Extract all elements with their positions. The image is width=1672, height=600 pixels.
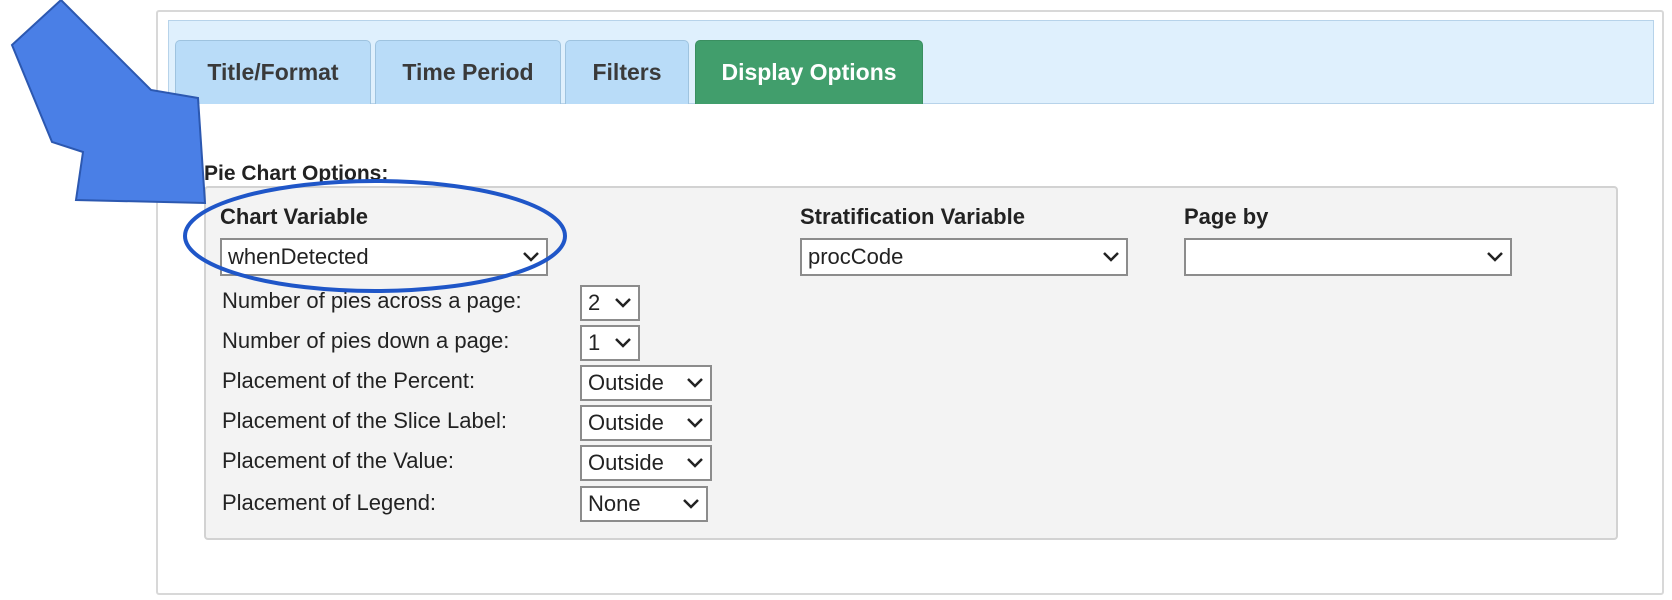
chevron-down-icon (523, 252, 539, 262)
chart-variable-select[interactable]: whenDetected (220, 238, 548, 276)
tab-time-period[interactable]: Time Period (375, 40, 561, 104)
select-value: Outside (588, 410, 664, 435)
legend-placement-select[interactable]: None (580, 486, 708, 522)
page-by-select[interactable] (1184, 238, 1512, 276)
pies-across-select[interactable]: 2 (580, 285, 640, 321)
chevron-down-icon (1103, 252, 1119, 262)
chevron-down-icon (615, 298, 631, 308)
tab-label: Time Period (402, 59, 534, 85)
select-value: procCode (808, 244, 904, 269)
stratification-variable-label: Stratification Variable (800, 204, 1025, 229)
tab-display-options[interactable]: Display Options (695, 40, 923, 104)
select-value: 1 (588, 330, 601, 355)
select-value: None (588, 491, 641, 516)
page-by-label: Page by (1184, 204, 1269, 229)
select-value: whenDetected (228, 244, 369, 269)
legend-placement-label: Placement of Legend: (222, 490, 437, 515)
pies-down-label: Number of pies down a page: (222, 328, 510, 353)
tab-label: Filters (592, 59, 662, 85)
tab-title-format[interactable]: Title/Format (175, 40, 371, 104)
chevron-down-icon (615, 338, 631, 348)
select-value: Outside (588, 370, 664, 395)
stratification-variable-select[interactable]: procCode (800, 238, 1128, 276)
tab-label: Display Options (721, 59, 897, 85)
pies-across-label: Number of pies across a page: (222, 288, 522, 313)
slice-label-placement-label: Placement of the Slice Label: (222, 408, 507, 433)
chevron-down-icon (687, 458, 703, 468)
tab-label: Title/Format (207, 59, 339, 85)
percent-placement-label: Placement of the Percent: (222, 368, 476, 393)
value-placement-select[interactable]: Outside (580, 445, 712, 481)
section-title: Pie Chart Options: (204, 162, 389, 185)
select-value: 2 (588, 290, 601, 315)
percent-placement-select[interactable]: Outside (580, 365, 712, 401)
tab-filters[interactable]: Filters (565, 40, 689, 104)
select-value: Outside (588, 450, 664, 475)
tab-bar: Title/Format Time Period Filters Display… (168, 20, 1654, 104)
chevron-down-icon (687, 378, 703, 388)
chevron-down-icon (1487, 252, 1503, 262)
chart-variable-label: Chart Variable (220, 204, 368, 229)
slice-label-placement-select[interactable]: Outside (580, 405, 712, 441)
pie-chart-options-box: Chart Variable whenDetected Stratificati… (204, 186, 1618, 540)
chevron-down-icon (683, 499, 699, 509)
pies-down-select[interactable]: 1 (580, 325, 640, 361)
report-options-panel: Title/Format Time Period Filters Display… (156, 10, 1664, 595)
chevron-down-icon (687, 418, 703, 428)
value-placement-label: Placement of the Value: (222, 448, 454, 473)
